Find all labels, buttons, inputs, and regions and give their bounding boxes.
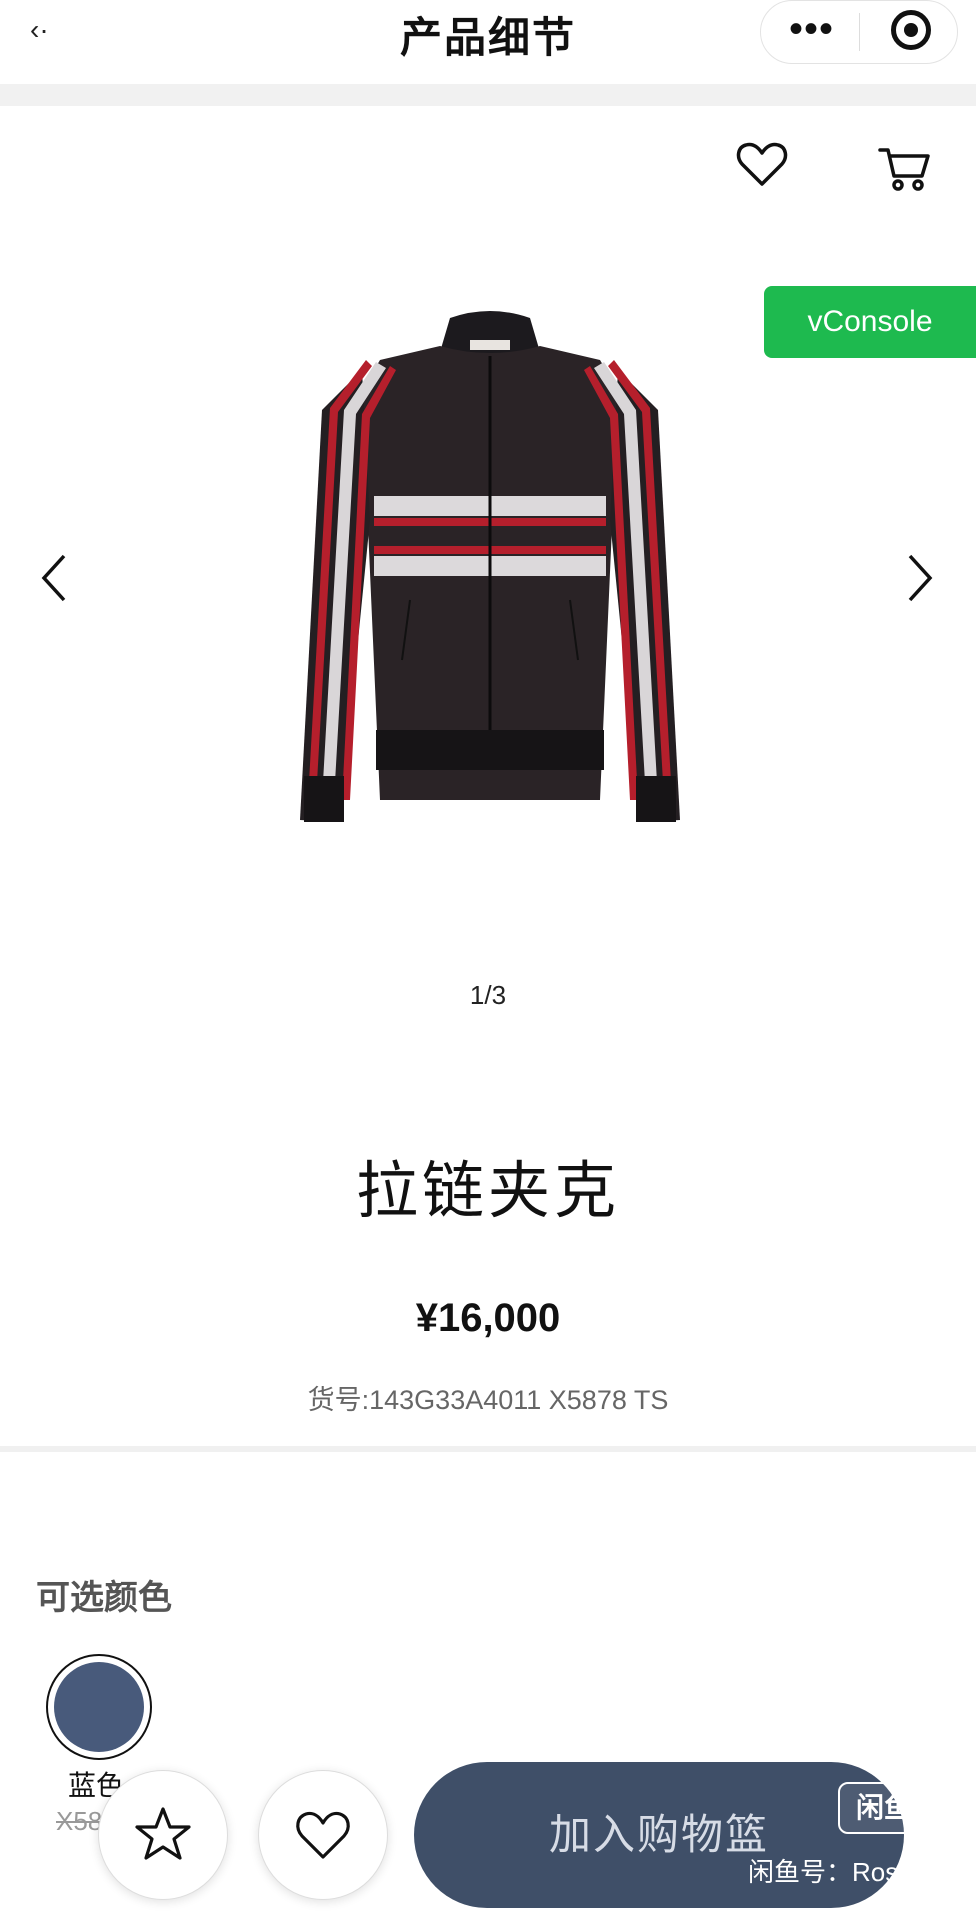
product-sku: 货号:143G33A4011 X5878 TS <box>307 1385 669 1415</box>
product-name: 拉链夹克 <box>355 1157 620 1226</box>
vconsole-button[interactable]: vConsole <box>764 286 976 358</box>
watermark-logo: 闲鱼 <box>838 1782 930 1834</box>
capsule-divider <box>859 13 860 51</box>
heart-icon <box>296 1811 350 1859</box>
product-price: ¥16,000 <box>415 1296 561 1340</box>
miniprogram-capsule: ••• <box>760 0 958 64</box>
wishlist-heart-icon[interactable] <box>734 136 790 192</box>
top-nav-bar: ‹· 产品细节 ••• <box>0 0 976 84</box>
close-miniprogram-button[interactable] <box>891 10 931 50</box>
chevron-left-icon[interactable] <box>36 552 72 604</box>
more-menu-button[interactable]: ••• <box>789 7 834 52</box>
wishlist-button[interactable] <box>258 1770 388 1900</box>
section-divider <box>0 1446 976 1452</box>
favorite-star-button[interactable] <box>98 1770 228 1900</box>
product-image-jacket <box>300 311 680 822</box>
cart-icon[interactable] <box>876 140 932 196</box>
watermark-text: 闲鱼号：Rose <box>748 1857 913 1887</box>
star-icon <box>135 1807 191 1860</box>
chevron-right-icon[interactable] <box>902 552 938 604</box>
color-options-heading: 可选颜色 <box>36 1579 172 1617</box>
header-divider <box>0 84 976 106</box>
gallery-pager: 1/3 <box>469 980 507 1010</box>
color-swatch-blue[interactable] <box>54 1662 144 1752</box>
